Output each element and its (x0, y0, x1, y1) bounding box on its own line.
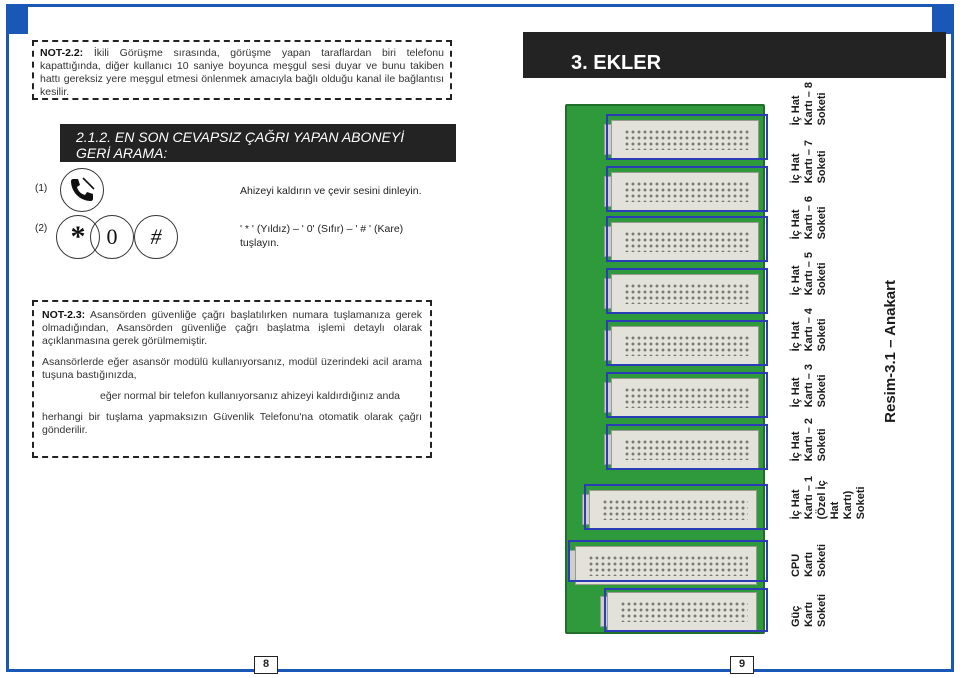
label-slot-4: İç Hat Kartı – 4 Soketi (790, 308, 828, 352)
section-banner: 2.1.2. EN SON CEVAPSIZ ÇAĞRI YAPAN ABONE… (60, 124, 456, 162)
label-slot-5: İç Hat Kartı – 5 Soketi (790, 252, 828, 296)
note-2-2-text: İkili Görüşme sırasında, görüşme yapan t… (40, 47, 444, 98)
step-2-text-line2: tuşlayın. (240, 237, 280, 249)
page-number-right: 9 (730, 656, 754, 674)
corner-band-left (6, 4, 28, 34)
label-slot-3: İç Hat Kartı – 3 Soketi (790, 364, 828, 408)
label-slot-cpu: CPU Kartı Soketi (790, 544, 828, 578)
note-2-3-label: NOT-2.3: (42, 309, 86, 321)
note-2-3-para4: herhangi bir tuşlama yapmaksızın Güvenli… (42, 411, 422, 436)
section-title-line1: 2.1.2. EN SON CEVAPSIZ ÇAĞRI YAPAN ABONE… (76, 129, 405, 145)
page-number-left: 8 (254, 656, 278, 674)
note-2-2: NOT-2.2: İkili Görüşme sırasında, görüşm… (32, 40, 452, 100)
highlight-slot-5 (606, 268, 768, 314)
appendix-heading: 3. EKLER (523, 32, 946, 78)
highlight-slot-3 (606, 372, 768, 418)
label-slot-power: Güç Kartı Soketi (790, 594, 828, 628)
highlight-slot-1 (584, 484, 768, 530)
note-2-2-label: NOT-2.2: (40, 47, 84, 59)
highlight-slot-4 (606, 320, 768, 366)
section-title-line2: GERİ ARAMA: (76, 145, 168, 161)
note-2-3-text: Asansörden güvenliğe çağrı başlatılırken… (42, 309, 422, 347)
handset-glyph (71, 177, 95, 201)
corner-band-right (932, 4, 954, 34)
note-2-3-para3: eğer normal bir telefon kullanıyorsanız … (100, 390, 400, 402)
label-slot-6: İç Hat Kartı – 6 Soketi (790, 196, 828, 240)
step-2-text-line1: ' * ' (Yıldız) – ' 0' (Sıfır) – ' # ' (K… (240, 223, 404, 235)
highlight-slot-6 (606, 216, 768, 262)
hash-key-icon: # (134, 215, 178, 259)
step-2-text: ' * ' (Yıldız) – ' 0' (Sıfır) – ' # ' (K… (240, 222, 403, 250)
note-2-3: NOT-2.3: Asansörden güvenliğe çağrı başl… (32, 300, 432, 458)
highlight-slot-8 (606, 114, 768, 160)
step-1-text: Ahizeyi kaldırın ve çevir sesini dinleyi… (240, 185, 422, 197)
highlight-slot-2 (606, 424, 768, 470)
highlight-slot-power (604, 588, 768, 632)
label-slot-7: İç Hat Kartı – 7 Soketi (790, 140, 828, 184)
step-2-number: (2) (35, 223, 48, 234)
label-slot-2: İç Hat Kartı – 2 Soketi (790, 418, 828, 462)
handset-icon (60, 168, 104, 212)
label-slot-8: İç Hat Kartı – 8 Soketi (790, 82, 828, 126)
label-slot-1: İç Hat Kartı – 1 (Özel İç Hat Kartı) Soketi (790, 476, 867, 520)
step-1-number: (1) (35, 183, 48, 194)
figure-caption: Resim-3.1 – Anakart (882, 280, 899, 423)
highlight-slot-7 (606, 166, 768, 212)
zero-key-icon: 0 (90, 215, 134, 259)
highlight-slot-cpu (568, 540, 768, 582)
note-2-3-para2: Asansörlerde eğer asansör modülü kullanı… (42, 356, 422, 381)
